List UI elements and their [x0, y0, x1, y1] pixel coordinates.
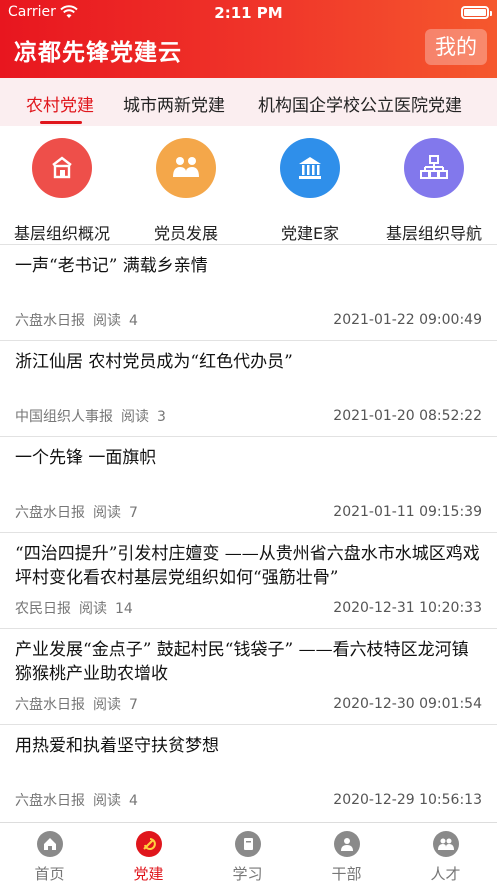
news-meta: 六盘水日报 阅读 7 [15, 694, 146, 714]
mine-button[interactable]: 我的 [425, 29, 487, 65]
app-header: Carrier 2:11 PM 凉都先锋党建云 我的 [0, 0, 497, 78]
status-bar: Carrier 2:11 PM [0, 0, 497, 26]
news-title: 产业发展“金点子” 鼓起村民“钱袋子” ——看六枝特区龙河镇猕猴桃产业助农增收 [15, 640, 469, 684]
tab-institution-party[interactable]: 机构国企学校公立医院党建 [258, 91, 462, 116]
news-read-label: 阅读 [121, 409, 149, 425]
news-meta: 农民日报 阅读 14 [15, 598, 141, 618]
news-read-label: 阅读 [93, 697, 121, 713]
tab-bar-label: 人才 [430, 865, 461, 883]
news-date: 2020-12-30 09:01:54 [333, 696, 482, 712]
news-item[interactable]: 产业发展“金点子” 鼓起村民“钱袋子” ——看六枝特区龙河镇猕猴桃产业助农增收 … [0, 628, 497, 724]
quick-link-party-e-home[interactable]: 党建E家 [248, 138, 372, 243]
clock-time: 2:11 PM [214, 4, 283, 22]
news-source: 六盘水日报 [15, 505, 85, 521]
news-date: 2021-01-22 09:00:49 [333, 312, 482, 328]
bottom-tab-bar: 首页 党建 学习 干部 人才 [0, 822, 497, 883]
news-read-label: 阅读 [93, 505, 121, 521]
tab-bar-label: 干部 [331, 865, 362, 883]
news-title: 一个先锋 一面旗帜 [15, 448, 157, 468]
news-meta: 六盘水日报 阅读 4 [15, 310, 146, 330]
tab-rural-party[interactable]: 农村党建 [26, 91, 94, 116]
tab-urban-new-party[interactable]: 城市两新党建 [123, 91, 225, 116]
category-tabs: 农村党建 城市两新党建 机构国企学校公立医院党建 [0, 78, 497, 126]
tab-bar-label: 学习 [232, 865, 263, 883]
news-read-label: 阅读 [93, 313, 121, 329]
news-meta: 六盘水日报 阅读 4 [15, 790, 146, 810]
building-icon [280, 138, 340, 198]
home-org-icon [32, 138, 92, 198]
news-read-count: 7 [129, 697, 138, 713]
news-title: 用热爱和执着坚守扶贫梦想 [15, 736, 219, 756]
quick-link-label: 基层组织导航 [385, 224, 482, 243]
battery-icon [461, 6, 492, 19]
tab-bar-talent[interactable]: 人才 [396, 823, 495, 883]
news-title: “四治四提升”引发村庄嬗变 ——从贵州省六盘水市水城区鸡戏坪村变化看农村基层党组… [15, 544, 480, 588]
news-read-count: 7 [129, 505, 138, 521]
quick-link-label: 党建E家 [280, 224, 340, 243]
news-read-label: 阅读 [93, 793, 121, 809]
quick-link-label: 党员发展 [153, 224, 218, 243]
news-read-label: 阅读 [79, 601, 107, 617]
tab-bar-home[interactable]: 首页 [0, 823, 99, 883]
news-date: 2020-12-31 10:20:33 [333, 600, 482, 616]
news-source: 农民日报 [15, 601, 71, 617]
quick-link-org-navigation[interactable]: 基层组织导航 [372, 138, 496, 243]
news-item[interactable]: 浙江仙居 农村党员成为“红色代办员” 中国组织人事报 阅读 3 2021-01-20… [0, 340, 497, 436]
party-emblem-icon [136, 831, 162, 857]
tab-bar-study[interactable]: 学习 [198, 823, 297, 883]
news-date: 2021-01-11 09:15:39 [333, 504, 482, 520]
org-chart-icon [404, 138, 464, 198]
news-item[interactable]: 一声“老书记” 满载乡亲情 六盘水日报 阅读 4 2021-01-22 09:00:… [0, 244, 497, 340]
quick-link-label: 基层组织概况 [13, 224, 110, 243]
news-date: 2021-01-20 08:52:22 [333, 408, 482, 424]
tab-bar-cadre[interactable]: 干部 [297, 823, 396, 883]
news-read-count: 3 [157, 409, 166, 425]
news-source: 中国组织人事报 [15, 409, 113, 425]
cadre-icon [334, 831, 360, 857]
news-meta: 中国组织人事报 阅读 3 [15, 406, 174, 426]
news-title: 一声“老书记” 满载乡亲情 [15, 256, 208, 276]
tab-bar-label: 首页 [34, 865, 65, 883]
quick-link-member-development[interactable]: 党员发展 [124, 138, 248, 243]
news-title: 浙江仙居 农村党员成为“红色代办员” [15, 352, 293, 372]
news-item[interactable]: “四治四提升”引发村庄嬗变 ——从贵州省六盘水市水城区鸡戏坪村变化看农村基层党组… [0, 532, 497, 628]
members-icon [156, 138, 216, 198]
news-read-count: 14 [115, 601, 133, 617]
news-source: 六盘水日报 [15, 313, 85, 329]
tab-bar-party[interactable]: 党建 [99, 823, 198, 883]
news-source: 六盘水日报 [15, 793, 85, 809]
quick-link-org-overview[interactable]: 基层组织概况 [0, 138, 124, 243]
news-item[interactable]: 用热爱和执着坚守扶贫梦想 六盘水日报 阅读 4 2020-12-29 10:56:1… [0, 724, 497, 820]
home-icon [37, 831, 63, 857]
quick-links-grid: 基层组织概况 党员发展 党建E家 基层组织导航 [0, 126, 497, 246]
tab-bar-label: 党建 [133, 865, 164, 883]
talent-icon [433, 831, 459, 857]
news-source: 六盘水日报 [15, 697, 85, 713]
news-list: 一声“老书记” 满载乡亲情 六盘水日报 阅读 4 2021-01-22 09:00:… [0, 244, 497, 820]
book-icon [235, 831, 261, 857]
news-meta: 六盘水日报 阅读 7 [15, 502, 146, 522]
app-title: 凉都先锋党建云 [14, 40, 182, 66]
news-read-count: 4 [129, 313, 138, 329]
news-read-count: 4 [129, 793, 138, 809]
tab-active-indicator [40, 121, 82, 124]
news-item[interactable]: 一个先锋 一面旗帜 六盘水日报 阅读 7 2021-01-11 09:15:39 [0, 436, 497, 532]
news-date: 2020-12-29 10:56:13 [333, 792, 482, 808]
